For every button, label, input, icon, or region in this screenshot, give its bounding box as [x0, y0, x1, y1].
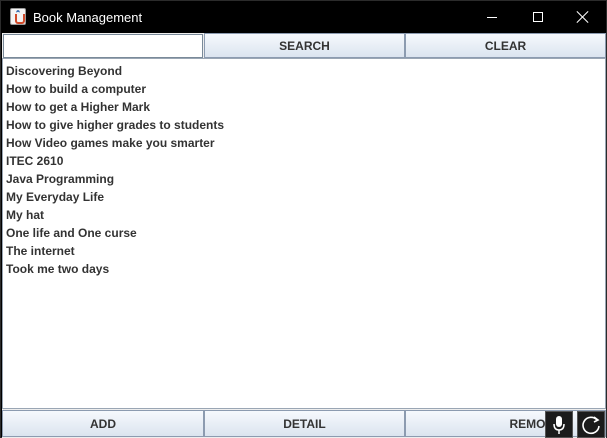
book-list-item[interactable]: Discovering Beyond — [3, 62, 605, 80]
book-list-item[interactable]: How to give higher grades to students — [3, 116, 605, 134]
book-list-item[interactable]: How Video games make you smarter — [3, 134, 605, 152]
book-list-item[interactable]: One life and One curse — [3, 224, 605, 242]
book-list-item[interactable]: My Everyday Life — [3, 188, 605, 206]
book-list-item[interactable]: Java Programming — [3, 170, 605, 188]
book-list-item[interactable]: My hat — [3, 206, 605, 224]
refresh-button[interactable] — [577, 411, 605, 438]
minimize-button[interactable] — [469, 1, 515, 33]
add-button[interactable]: ADD — [2, 410, 204, 437]
book-list-item[interactable]: Took me two days — [3, 260, 605, 278]
java-cup-icon — [10, 8, 26, 25]
book-management-window: Book Management SEARCH CLEAR Discovering… — [0, 0, 607, 438]
book-list-item[interactable]: How to build a computer — [3, 80, 605, 98]
book-list-item[interactable]: The internet — [3, 242, 605, 260]
minimize-icon — [487, 16, 497, 18]
maximize-button[interactable] — [515, 1, 561, 33]
microphone-icon — [553, 415, 565, 434]
refresh-icon — [582, 415, 600, 434]
clear-button[interactable]: CLEAR — [405, 33, 606, 58]
search-button[interactable]: SEARCH — [204, 33, 405, 58]
book-list[interactable]: Discovering Beyond How to build a compute… — [2, 58, 606, 409]
book-list-item[interactable]: ITEC 2610 — [3, 152, 605, 170]
search-input[interactable] — [3, 34, 203, 58]
mic-button[interactable] — [545, 411, 573, 438]
window-title: Book Management — [33, 10, 143, 25]
book-list-item[interactable]: How to get a Higher Mark — [3, 98, 605, 116]
close-icon — [576, 10, 590, 24]
content-panel: SEARCH CLEAR Discovering Beyond How to bu… — [2, 33, 606, 438]
close-button[interactable] — [560, 1, 606, 33]
maximize-icon — [533, 12, 543, 22]
remove-button[interactable]: REMOVE — [405, 410, 606, 437]
title-bar[interactable]: Book Management — [1, 1, 606, 33]
detail-button[interactable]: DETAIL — [204, 410, 405, 437]
